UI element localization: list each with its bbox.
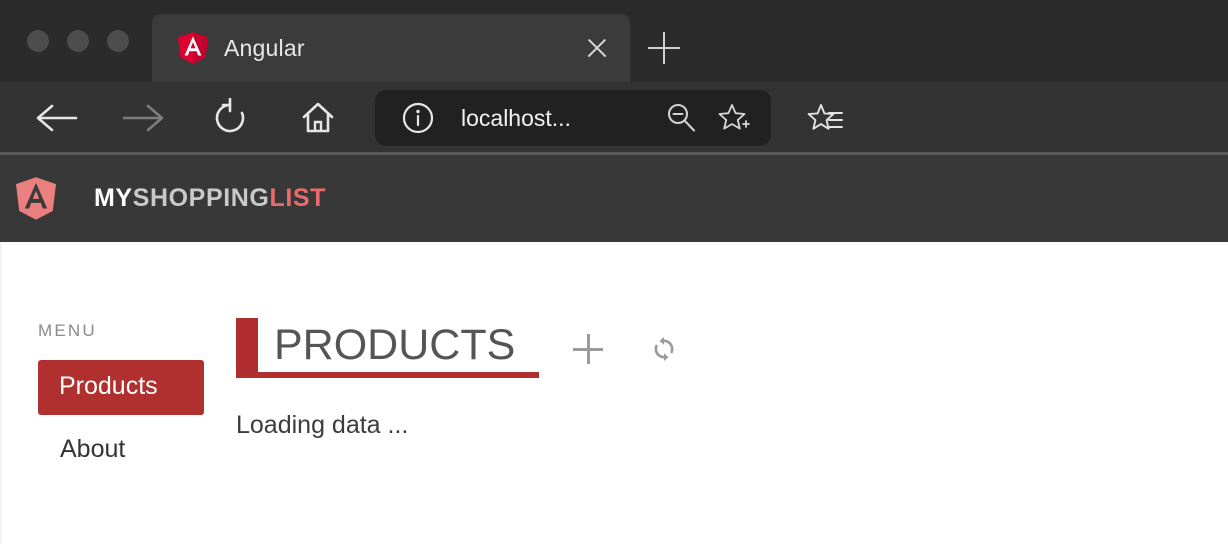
browser-titlebar: Angular — [0, 0, 1228, 82]
back-icon[interactable] — [32, 94, 80, 142]
page-left-edge — [0, 242, 2, 544]
sidebar-item-label: Products — [59, 372, 158, 400]
heading-actions — [573, 334, 679, 364]
title-accent-bar — [236, 318, 258, 372]
home-icon[interactable] — [294, 94, 342, 142]
web-page: MYSHOPPINGLIST MENU Products About PRODU… — [0, 155, 1228, 544]
address-bar[interactable]: localhost... — [375, 90, 771, 146]
brand-part-my: MY — [94, 184, 133, 212]
sidebar: MENU Products About — [0, 321, 204, 478]
window-minimize-button[interactable] — [67, 30, 89, 52]
window-close-button[interactable] — [27, 30, 49, 52]
close-icon[interactable] — [582, 33, 612, 63]
sidebar-item-products[interactable]: Products — [38, 360, 204, 415]
heading-row: PRODUCTS — [236, 318, 1228, 378]
refresh-icon[interactable] — [649, 334, 679, 364]
sidebar-item-about[interactable]: About — [38, 423, 204, 478]
plus-icon[interactable] — [573, 334, 604, 364]
page-title: PRODUCTS — [274, 321, 516, 369]
loading-status-text: Loading data ... — [236, 411, 409, 439]
angular-shield-icon — [178, 32, 208, 64]
reload-icon[interactable] — [206, 94, 254, 142]
forward-icon[interactable] — [120, 94, 168, 142]
sidebar-section-label: MENU — [38, 321, 97, 340]
page-title-block: PRODUCTS — [236, 318, 540, 378]
address-url-text[interactable]: localhost... — [461, 105, 665, 132]
browser-tab-angular[interactable]: Angular — [152, 14, 630, 82]
new-tab-button[interactable] — [648, 32, 680, 64]
angular-shield-icon — [16, 177, 56, 220]
page-content: MENU Products About PRODUCTS Loading dat… — [0, 242, 1228, 478]
main-panel: PRODUCTS Loading data ... — [200, 318, 1228, 478]
window-maximize-button[interactable] — [107, 30, 129, 52]
brand-part-shopping: SHOPPING — [132, 184, 270, 212]
tab-title: Angular — [224, 34, 305, 61]
info-circle-icon[interactable] — [401, 101, 435, 135]
sidebar-item-label: About — [60, 435, 126, 463]
brand-title[interactable]: MYSHOPPINGLIST — [94, 184, 326, 213]
star-list-icon[interactable] — [807, 101, 845, 139]
app-navbar: MYSHOPPINGLIST — [0, 155, 1228, 242]
zoom-out-icon[interactable] — [665, 102, 697, 134]
star-plus-icon[interactable] — [717, 101, 751, 135]
browser-window: Angular localhost... MYSHOPPINGLIST MENU… — [0, 0, 1228, 544]
brand-part-list: LIST — [269, 184, 327, 212]
window-controls — [27, 30, 129, 52]
